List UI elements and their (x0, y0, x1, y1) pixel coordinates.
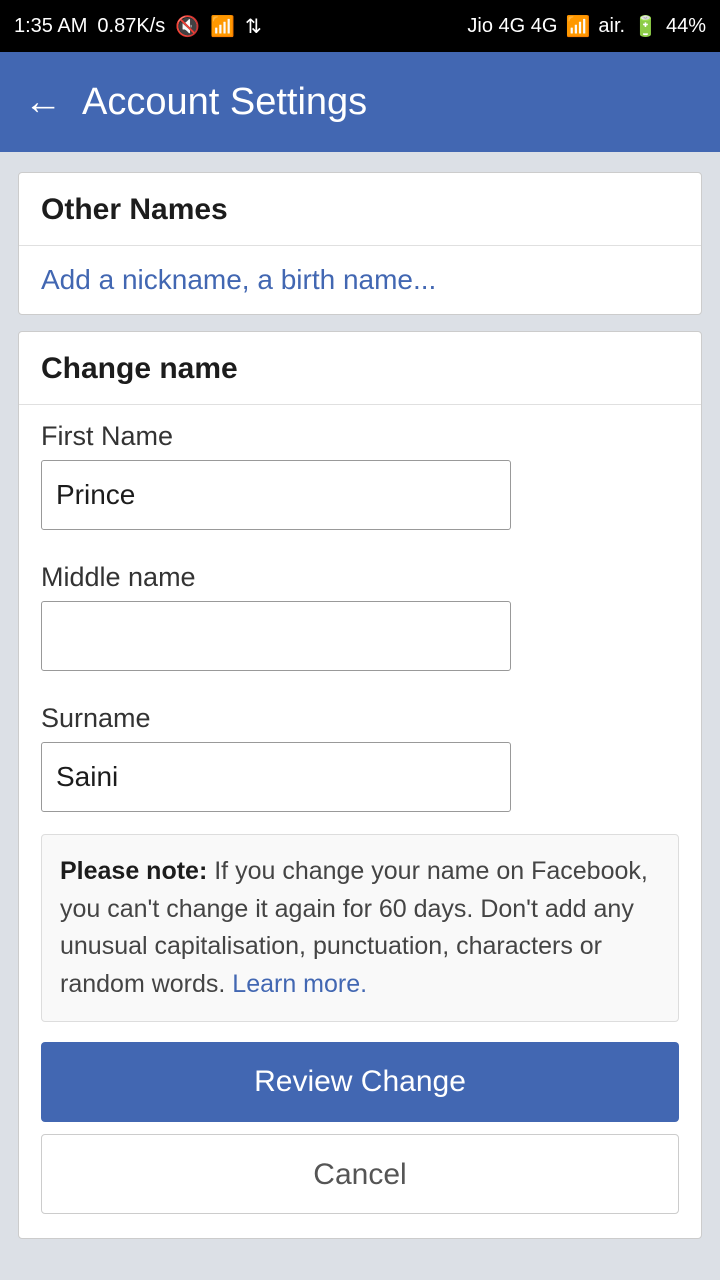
change-name-title: Change name (19, 332, 701, 405)
review-change-button[interactable]: Review Change (41, 1042, 679, 1122)
status-left: 1:35 AM 0.87K/s 🔇 📶 ⇅ (14, 14, 262, 39)
app-bar: ← Account Settings (0, 52, 720, 152)
learn-more-link[interactable]: Learn more. (232, 970, 367, 998)
sound-icon: 🔇 (175, 14, 200, 39)
back-button[interactable]: ← (24, 81, 62, 124)
main-content: Other Names Add a nickname, a birth name… (0, 152, 720, 1259)
change-name-card: Change name First Name Middle name Surna… (18, 331, 702, 1239)
first-name-input[interactable] (41, 460, 511, 530)
speed: 0.87K/s (97, 15, 165, 38)
add-nickname-link[interactable]: Add a nickname, a birth name... (19, 245, 701, 314)
middle-name-label: Middle name (41, 562, 679, 593)
time: 1:35 AM (14, 15, 87, 38)
page-title: Account Settings (82, 81, 367, 124)
note-box: Please note: If you change your name on … (41, 834, 679, 1022)
first-name-section: First Name (19, 405, 701, 546)
surname-section: Surname (19, 687, 701, 828)
middle-name-section: Middle name (19, 546, 701, 687)
carrier2: air. (598, 15, 625, 38)
first-name-label: First Name (41, 421, 679, 452)
buttons-area: Review Change Cancel (19, 1042, 701, 1238)
other-names-card: Other Names Add a nickname, a birth name… (18, 172, 702, 315)
status-bar: 1:35 AM 0.87K/s 🔇 📶 ⇅ Jio 4G 4G 📶 air. 🔋… (0, 0, 720, 52)
data-icon: ⇅ (245, 14, 262, 39)
cancel-button[interactable]: Cancel (41, 1134, 679, 1214)
middle-name-input[interactable] (41, 601, 511, 671)
status-right: Jio 4G 4G 📶 air. 🔋 44% (467, 14, 706, 39)
note-prefix: Please note: (60, 857, 207, 885)
battery-icon: 🔋 (633, 14, 658, 39)
surname-input[interactable] (41, 742, 511, 812)
surname-label: Surname (41, 703, 679, 734)
signal-icon: 📶 (565, 14, 590, 39)
wifi-icon: 📶 (210, 14, 235, 39)
other-names-title: Other Names (19, 173, 701, 245)
battery-percent: 44% (666, 15, 706, 38)
carrier1: Jio 4G 4G (467, 15, 557, 38)
